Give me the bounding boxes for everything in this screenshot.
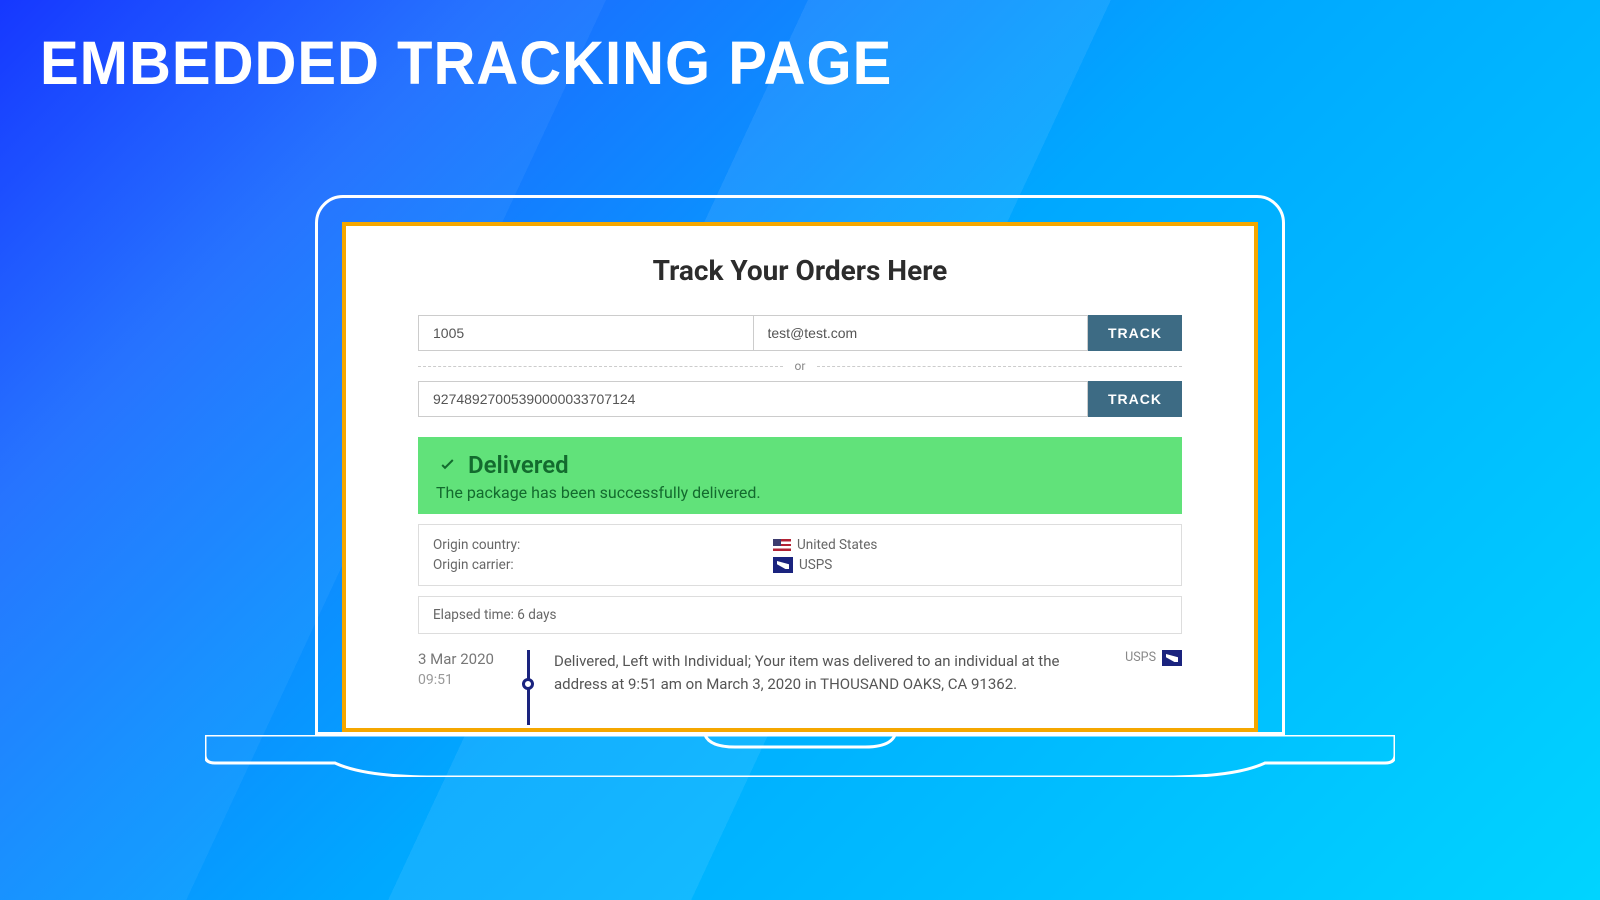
timeline-item: 3 Mar 2020 09:51 Delivered, Left with In… bbox=[418, 650, 1182, 695]
tracking-page: Track Your Orders Here TRACK or TRACK bbox=[342, 222, 1258, 732]
origin-info-box: Origin country: United States Origin car… bbox=[418, 524, 1182, 586]
timeline-time: 09:51 bbox=[418, 672, 516, 688]
laptop-base bbox=[205, 735, 1395, 777]
screen-bezel: Track Your Orders Here TRACK or TRACK bbox=[315, 195, 1285, 735]
status-desc: The package has been successfully delive… bbox=[436, 483, 1164, 502]
page-title: Track Your Orders Here bbox=[418, 254, 1182, 287]
tracking-number-row: TRACK bbox=[418, 381, 1182, 417]
timeline-line bbox=[516, 650, 540, 695]
elapsed-time-box: Elapsed time: 6 days bbox=[418, 596, 1182, 634]
usps-icon bbox=[1162, 650, 1182, 666]
track-button-1[interactable]: TRACK bbox=[1088, 315, 1182, 351]
timeline-carrier-label: USPS bbox=[1125, 650, 1156, 665]
timeline-text: Delivered, Left with Individual; Your it… bbox=[540, 650, 1115, 695]
tracking-number-input[interactable] bbox=[418, 381, 1088, 417]
timeline-date: 3 Mar 2020 bbox=[418, 650, 516, 668]
status-title: Delivered bbox=[436, 451, 1164, 479]
usps-icon bbox=[773, 557, 793, 573]
email-input[interactable] bbox=[754, 315, 1089, 351]
origin-carrier-label: Origin carrier: bbox=[433, 557, 773, 573]
origin-country-value: United States bbox=[797, 537, 877, 553]
or-divider: or bbox=[418, 359, 1182, 373]
timeline-dot-icon bbox=[522, 678, 534, 690]
track-button-2[interactable]: TRACK bbox=[1088, 381, 1182, 417]
origin-country-label: Origin country: bbox=[433, 537, 773, 553]
hero-title: EMBEDDED TRACKING PAGE bbox=[40, 28, 892, 98]
order-lookup-row: TRACK bbox=[418, 315, 1182, 351]
or-label: or bbox=[783, 359, 818, 373]
order-id-input[interactable] bbox=[418, 315, 754, 351]
status-title-text: Delivered bbox=[468, 451, 569, 479]
us-flag-icon bbox=[773, 539, 791, 551]
origin-carrier-value: USPS bbox=[799, 557, 832, 573]
timeline-carrier: USPS bbox=[1115, 650, 1182, 695]
laptop-frame: Track Your Orders Here TRACK or TRACK bbox=[315, 195, 1285, 777]
check-icon bbox=[436, 453, 460, 477]
status-banner: Delivered The package has been successfu… bbox=[418, 437, 1182, 514]
